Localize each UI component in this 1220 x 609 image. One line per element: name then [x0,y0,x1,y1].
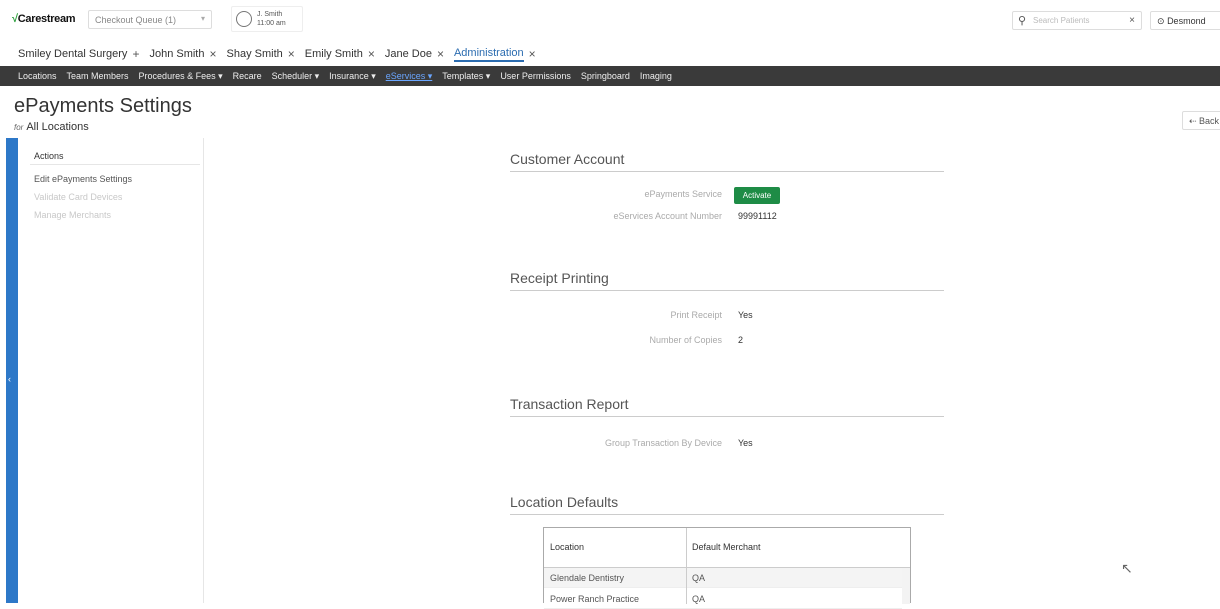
collapse-sidebar-strip[interactable]: ‹ [6,138,18,603]
nav-procedures-fees[interactable]: Procedures & Fees ▾ [139,71,223,82]
tab-label: Shay Smith [226,48,283,60]
checkout-queue-dropdown[interactable]: Checkout Queue (1) ▾ [88,10,212,29]
tab-john-smith[interactable]: John Smith × [149,44,216,64]
group-by-device-row: Group Transaction By Device Yes [510,436,944,452]
nav-team-members[interactable]: Team Members [67,71,129,81]
tab-label: Smiley Dental Surgery [18,48,128,60]
location-defaults-table: Location Default Merchant Glendale Denti… [543,527,911,609]
user-info: J. Smith 11:00 am [257,10,286,28]
user-name: J. Smith [257,11,283,18]
account-name: Desmond [1167,16,1206,26]
merchant-cell: QA [692,573,706,583]
nav-recare[interactable]: Recare [233,71,262,81]
transaction-report-section: Transaction Report Group Transaction By … [510,396,944,448]
field-value: Yes [738,438,753,448]
close-tab-icon[interactable]: × [209,47,216,61]
tab-label: John Smith [149,48,205,60]
field-value: 99991112 [738,211,777,221]
tab-emily-smith[interactable]: Emily Smith × [305,44,375,64]
user-badge[interactable]: J. Smith 11:00 am [231,6,303,32]
nav-eservices[interactable]: eServices ▾ [386,71,433,82]
section-title: Customer Account [510,151,944,172]
nav-locations[interactable]: Locations [18,71,57,81]
open-tabs: Smiley Dental Surgery + John Smith × Shay … [18,44,546,64]
location-defaults-section: Location Defaults [510,494,944,515]
chevron-down-icon: ▾ [200,14,205,23]
epayments-service-row: ePayments Service Activate [510,187,944,204]
nav-scheduler[interactable]: Scheduler ▾ [272,71,320,82]
field-label: Group Transaction By Device [604,438,722,448]
search-placeholder: Search Patients [1033,16,1090,25]
validate-card-devices-link[interactable]: Validate Card Devices [34,192,122,202]
column-divider [686,528,687,604]
field-value: Yes [738,310,753,320]
page-scope: for All Locations [14,121,89,133]
section-title: Location Defaults [510,494,944,515]
table-row[interactable]: Glendale Dentistry QA [544,568,902,588]
table-scrollbar[interactable] [902,568,910,604]
tab-label: Administration [453,47,524,62]
tab-label: Jane Doe [384,48,432,60]
admin-nav-bar: Locations Team Members Procedures & Fees… [0,66,1220,86]
tab-administration[interactable]: Administration × [453,44,536,64]
receipt-printing-section: Receipt Printing Print Receipt Yes Numbe… [510,270,944,345]
table-header: Location Default Merchant [544,528,910,568]
mouse-cursor-icon: ↖ [1121,560,1133,576]
column-header-location[interactable]: Location [550,542,584,552]
scope-value: All Locations [26,121,89,133]
nav-templates[interactable]: Templates ▾ [442,71,490,82]
clear-search-icon[interactable]: × [1129,15,1135,26]
column-header-default-merchant[interactable]: Default Merchant [692,542,761,552]
chevron-left-icon[interactable]: ‹ [8,374,11,384]
customer-account-section: Customer Account ePayments Service Activ… [510,151,944,221]
page-title: ePayments Settings [14,95,192,117]
account-number-row: eServices Account Number 99991112 [510,209,944,225]
close-tab-icon[interactable]: × [288,47,295,61]
close-tab-icon[interactable]: × [529,47,536,61]
divider [30,164,200,165]
actions-heading: Actions [34,151,64,161]
tab-shay-smith[interactable]: Shay Smith × [227,44,295,64]
tab-smiley-dental-surgery[interactable]: Smiley Dental Surgery + [18,44,139,64]
location-cell: Glendale Dentistry [550,573,625,583]
field-label: Number of Copies [649,335,722,345]
print-receipt-row: Print Receipt Yes [510,308,944,324]
account-icon: ⊙ [1157,16,1165,26]
account-menu[interactable]: ⊙ Desmond [1150,11,1220,30]
nav-user-permissions[interactable]: User Permissions [500,71,571,81]
tab-jane-doe[interactable]: Jane Doe × [385,44,444,64]
patient-search[interactable]: ⚲ Search Patients × [1012,11,1142,30]
add-tab-icon[interactable]: + [132,47,139,61]
nav-insurance[interactable]: Insurance ▾ [329,71,376,82]
nav-springboard[interactable]: Springboard [581,71,630,81]
user-time: 11:00 am [257,20,286,27]
manage-merchants-link[interactable]: Manage Merchants [34,210,111,220]
activate-button[interactable]: Activate [734,187,780,204]
back-button[interactable]: ⇠ Back [1182,111,1220,130]
field-label: ePayments Service [644,189,722,199]
scope-prefix: for [14,123,24,132]
close-tab-icon[interactable]: × [437,47,444,61]
table-row[interactable]: Power Ranch Practice QA [544,589,902,609]
copies-row: Number of Copies 2 [510,333,944,349]
close-tab-icon[interactable]: × [368,47,375,61]
field-value: 2 [738,335,744,345]
brand-logo[interactable]: √Carestream [12,13,76,25]
avatar-icon [236,11,252,27]
top-bar: √Carestream Checkout Queue (1) ▾ J. Smit… [0,0,1220,40]
brand-name: Carestream [17,13,76,25]
field-label: Print Receipt [670,310,722,320]
tab-label: Emily Smith [304,48,363,60]
section-title: Transaction Report [510,396,944,417]
field-label: eServices Account Number [613,211,722,221]
checkout-queue-label: Checkout Queue (1) [95,15,177,25]
section-title: Receipt Printing [510,270,944,291]
actions-sidebar: Actions Edit ePayments Settings Validate… [18,138,204,603]
nav-imaging[interactable]: Imaging [640,71,672,81]
edit-epayments-settings-link[interactable]: Edit ePayments Settings [34,174,132,184]
search-icon: ⚲ [1018,15,1027,27]
